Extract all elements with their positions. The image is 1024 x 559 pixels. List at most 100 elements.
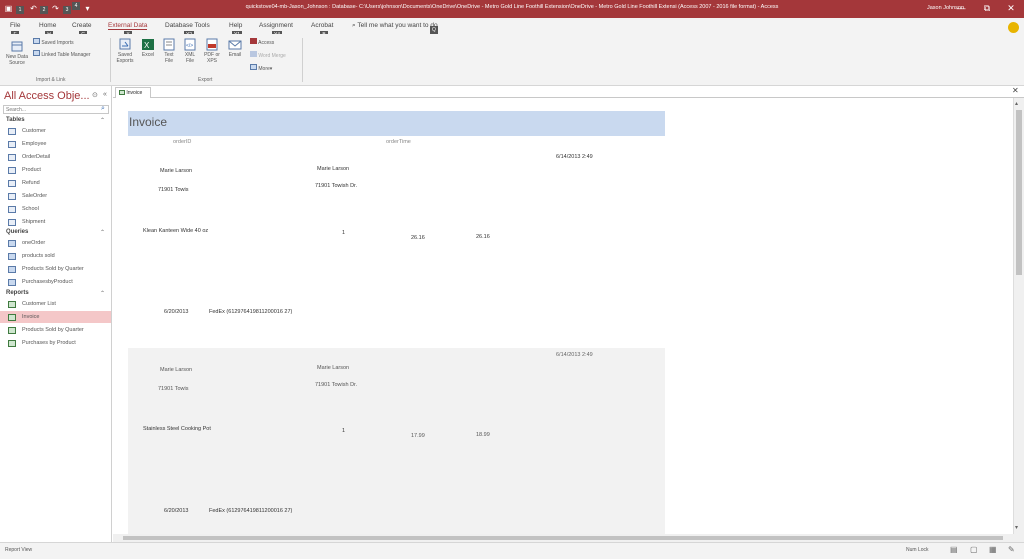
nav-item-table[interactable]: School bbox=[0, 203, 111, 215]
tab-external-data[interactable]: External Data bbox=[108, 22, 148, 30]
nav-item-table[interactable]: Product bbox=[0, 164, 111, 176]
line-total: 18.99 bbox=[476, 432, 490, 438]
saved-exports-button[interactable]: Saved Exports bbox=[113, 38, 137, 64]
document-tab-bar: Invoice ✕ bbox=[113, 86, 1024, 98]
print-preview-icon[interactable]: ▢ bbox=[970, 545, 978, 554]
nav-item-query[interactable]: products sold bbox=[0, 250, 111, 262]
design-view-icon[interactable]: ✎ bbox=[1008, 545, 1015, 554]
customer-address: 71901 Towis bbox=[158, 187, 189, 193]
saved-imports-button[interactable]: Saved Imports bbox=[33, 38, 74, 46]
word-icon bbox=[250, 51, 257, 57]
text-file-export-button[interactable]: Text File bbox=[160, 38, 178, 64]
nav-item-table[interactable]: SaleOrder bbox=[0, 190, 111, 202]
scroll-down-icon[interactable]: ▾ bbox=[1015, 524, 1018, 531]
chevron-down-icon[interactable]: ⊙ bbox=[92, 91, 98, 99]
tab-database-tools[interactable]: Database Tools bbox=[165, 22, 210, 29]
quantity: 1 bbox=[342, 428, 346, 434]
scroll-thumb[interactable] bbox=[1016, 110, 1022, 275]
nav-item-query[interactable]: PurchasesbyProduct bbox=[0, 276, 111, 288]
chevron-up-icon[interactable]: ⌃ bbox=[100, 290, 105, 297]
xml-file-export-button[interactable]: </> XML File bbox=[181, 38, 199, 64]
tab-home[interactable]: Home bbox=[39, 22, 56, 29]
nav-item-report[interactable]: Products Sold by Quarter bbox=[0, 324, 111, 336]
tab-assignment[interactable]: Assignment bbox=[259, 22, 293, 29]
section-reports[interactable]: Reports bbox=[6, 290, 29, 296]
report-view: Invoice orderID orderTime 6/14/2013 2:49… bbox=[113, 98, 1013, 534]
close-icon[interactable]: ✕ bbox=[1012, 86, 1019, 95]
collapse-pane-icon[interactable]: « bbox=[103, 91, 107, 98]
nav-item-query[interactable]: Products Sold by Quarter bbox=[0, 263, 111, 275]
search-icon: ⌕ bbox=[352, 22, 356, 29]
nav-item-query[interactable]: oneOrder bbox=[0, 237, 111, 249]
horizontal-scrollbar[interactable] bbox=[113, 534, 1024, 542]
svg-text:</>: </> bbox=[186, 43, 193, 49]
navigation-pane: All Access Obje... ⊙ « ⌕ Tables ⌃ Custom… bbox=[0, 86, 112, 542]
ribbon-tab-bar: File F Home H Create C External Data X D… bbox=[0, 18, 1024, 39]
section-tables[interactable]: Tables bbox=[6, 117, 25, 123]
section-queries[interactable]: Queries bbox=[6, 229, 28, 235]
ship-to-name: Marie Larson bbox=[317, 166, 350, 172]
minimize-button[interactable]: — bbox=[954, 3, 968, 13]
invoice-record: 6/14/2013 2:49 Marie Larson Marie Larson… bbox=[128, 148, 665, 346]
tab-file[interactable]: File bbox=[10, 22, 20, 29]
email-export-button[interactable]: Email bbox=[226, 38, 244, 58]
smiley-icon[interactable] bbox=[1008, 22, 1019, 33]
shipper-tracking: FedEx (612976419811200016 27) bbox=[209, 309, 293, 315]
scroll-thumb[interactable] bbox=[123, 536, 1003, 540]
report-icon bbox=[8, 340, 16, 347]
tab-invoice[interactable]: Invoice bbox=[115, 87, 152, 98]
nav-pane-title[interactable]: All Access Obje... bbox=[4, 90, 90, 102]
close-button[interactable]: ✕ bbox=[1004, 3, 1018, 14]
email-icon bbox=[228, 40, 242, 50]
group-separator bbox=[302, 38, 303, 82]
chevron-up-icon[interactable]: ⌃ bbox=[100, 117, 105, 124]
shipper-tracking: FedEx (612976419811200016 27) bbox=[209, 508, 293, 514]
new-data-source-button[interactable]: New Data Source bbox=[3, 40, 31, 66]
customer-name: Marie Larson bbox=[160, 367, 193, 373]
xml-file-icon: </> bbox=[184, 38, 196, 51]
linked-table-manager-button[interactable]: Linked Table Manager bbox=[33, 50, 91, 58]
nav-item-report[interactable]: Purchases by Product bbox=[0, 337, 111, 349]
product-name: Stainless Steel Cooking Pot bbox=[143, 426, 211, 432]
query-icon bbox=[8, 240, 16, 247]
query-icon bbox=[8, 279, 16, 286]
nav-item-table[interactable]: OrderDetail bbox=[0, 151, 111, 163]
restore-button[interactable]: ⧉ bbox=[980, 3, 994, 14]
ship-to-address: 71901 Towish Dr. bbox=[315, 382, 358, 388]
pdf-icon bbox=[206, 38, 218, 51]
nav-item-table[interactable]: Customer bbox=[0, 125, 111, 137]
tab-acrobat[interactable]: Acrobat bbox=[311, 22, 333, 29]
nav-item-table[interactable]: Shipment bbox=[0, 216, 111, 228]
pdf-xps-export-button[interactable]: PDF or XPS bbox=[202, 38, 222, 64]
unit-price: 26.16 bbox=[411, 235, 425, 241]
scroll-up-icon[interactable]: ▴ bbox=[1015, 100, 1018, 107]
chevron-up-icon[interactable]: ⌃ bbox=[100, 229, 105, 236]
order-datetime: 6/14/2013 2:49 bbox=[556, 154, 593, 160]
text-file-icon bbox=[163, 38, 175, 51]
word-merge-button[interactable]: Word Merge bbox=[250, 51, 286, 59]
report-title: Invoice bbox=[129, 115, 168, 129]
ship-date: 6/20/2013 bbox=[164, 309, 189, 315]
more-export-button[interactable]: More▾ bbox=[250, 64, 272, 72]
report-view-icon[interactable]: ▤ bbox=[950, 545, 958, 554]
invoice-record: 6/14/2013 2:49 Marie Larson Marie Larson… bbox=[128, 348, 665, 534]
access-export-button[interactable]: Access bbox=[250, 38, 274, 46]
table-icon bbox=[8, 154, 16, 161]
tab-create[interactable]: Create bbox=[72, 22, 92, 29]
tab-help[interactable]: Help bbox=[229, 22, 242, 29]
order-datetime: 6/14/2013 2:49 bbox=[556, 352, 593, 358]
nav-item-report-invoice[interactable]: Invoice bbox=[0, 311, 111, 323]
customer-address: 71901 Towis bbox=[158, 386, 189, 392]
search-icon[interactable]: ⌕ bbox=[101, 105, 105, 113]
nav-search-input[interactable] bbox=[3, 105, 109, 114]
excel-export-button[interactable]: X Excel bbox=[139, 38, 157, 58]
table-icon bbox=[8, 141, 16, 148]
vertical-scrollbar[interactable]: ▴ ▾ bbox=[1013, 98, 1024, 534]
nav-item-table[interactable]: Refund bbox=[0, 177, 111, 189]
nav-item-table[interactable]: Employee bbox=[0, 138, 111, 150]
window-title: quickstove04-mb-Jason_Johnson : Database… bbox=[245, 4, 779, 10]
layout-view-icon[interactable]: ▦ bbox=[989, 545, 997, 554]
tell-me-box[interactable]: ⌕ Tell me what you want to do bbox=[352, 22, 438, 30]
table-icon bbox=[8, 167, 16, 174]
nav-item-report[interactable]: Customer List bbox=[0, 298, 111, 310]
